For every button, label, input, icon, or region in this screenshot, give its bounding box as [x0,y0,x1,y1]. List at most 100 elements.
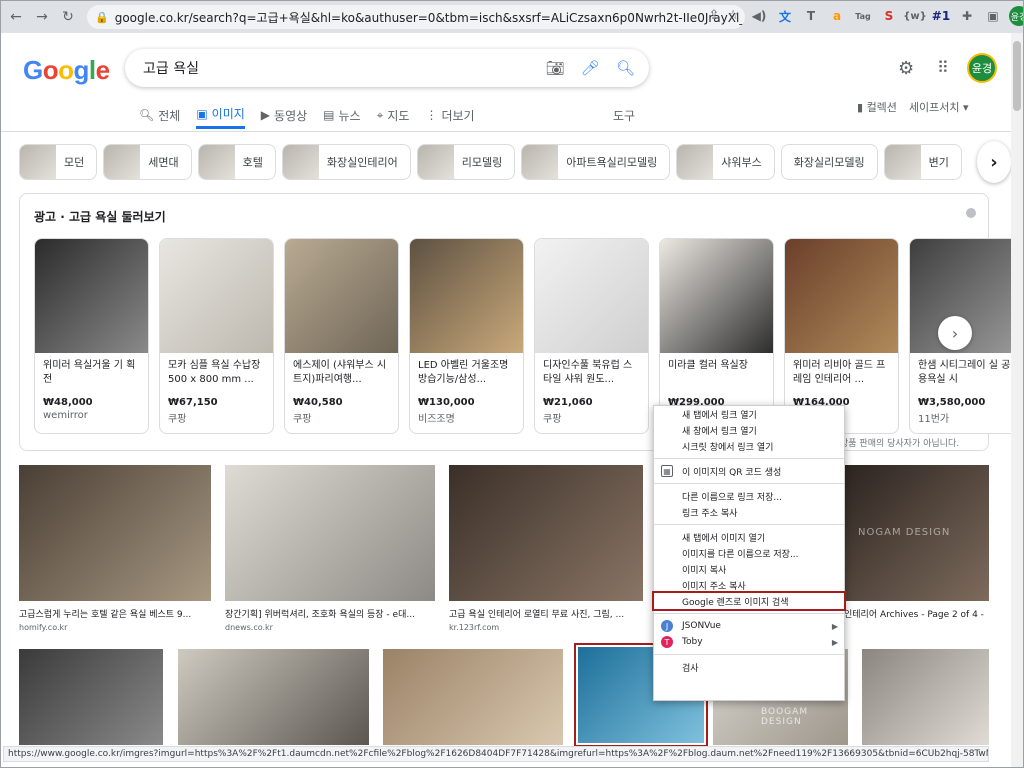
tab-all[interactable]: 🔍︎ 전체 [139,105,180,129]
camera-icon[interactable]: 📷︎ [546,59,565,77]
image-result[interactable] [862,649,989,745]
chip[interactable]: 화장실리모델링 [780,144,878,180]
chip[interactable]: 아파트욕실리모델링 [521,144,671,180]
ad-card-title[interactable]: 위미러 욕실거울 기 획전 [35,353,148,391]
tab-more[interactable]: ⋮ 더보기 [425,105,474,129]
result-image[interactable] [862,649,989,745]
result-image[interactable] [19,465,211,601]
ad-card-image[interactable] [35,239,148,353]
result-image[interactable]: NOGAM DESIGN [844,465,989,601]
menu-item-google-lens[interactable]: Google 렌즈로 이미지 검색 [652,591,846,611]
ad-card-image[interactable] [410,239,523,353]
tab-news[interactable]: ▤ 뉴스 [323,105,360,129]
safesearch-link[interactable]: 세이프서치 ▾ [909,99,969,115]
menu-item[interactable]: T Toby ▶ [654,634,844,650]
reload-icon[interactable]: ↻ [57,6,79,28]
result-caption[interactable]: 고급스럽게 누리는 호텔 같은 욕실 베스트 9... [19,607,211,620]
image-result[interactable] [383,649,563,745]
ad-card-title[interactable]: LED 아벨린 거울조명방습기능/삼성... [410,353,523,391]
image-result[interactable] [178,649,369,745]
amazon-icon[interactable]: a [827,6,847,26]
ad-card-title[interactable]: 에스제이 (샤워부스 시트지)파리여행... [285,353,398,391]
chip[interactable]: 변기 [883,144,962,180]
chip[interactable]: 호텔 [197,144,276,180]
collections-link[interactable]: ▮ 컬렉션 [857,99,897,115]
ad-card-image[interactable] [660,239,773,353]
chip[interactable]: 세면대 [103,144,192,180]
ad-card-image[interactable] [785,239,898,353]
menu-item[interactable]: 새 탭에서 링크 열기 [654,406,844,422]
google-logo[interactable]: Google [23,55,110,86]
result-image[interactable] [383,649,563,745]
red-s-icon[interactable]: S [879,6,899,26]
number-one-icon[interactable]: #1 [931,6,951,26]
chip[interactable]: 샤워부스 [676,144,775,180]
chevron-right-icon[interactable]: › [977,141,1011,183]
search-icon[interactable]: 🔍︎ [616,59,635,77]
menu-item[interactable]: 이미지 주소 복사 [654,577,844,593]
tab-maps[interactable]: ⌖ 지도 [377,105,410,129]
chevron-right-icon[interactable]: › [938,316,972,350]
menu-item[interactable]: 새 창에서 링크 열기 [654,422,844,438]
forward-icon[interactable]: → [31,6,53,28]
profile-avatar[interactable]: 윤경 [1009,6,1023,26]
tab-images[interactable]: ▣ 이미지 [196,105,245,129]
mic-icon[interactable]: 🎤︎ [581,59,600,77]
ad-card[interactable]: 에스제이 (샤워부스 시트지)파리여행... ₩40,580 쿠팡 [284,238,399,434]
ad-card-image[interactable] [160,239,273,353]
result-image[interactable] [178,649,369,745]
tab-videos[interactable]: ▶ 동영상 [261,105,307,129]
chip[interactable]: 화장실인테리어 [281,144,411,180]
image-result[interactable]: 고급 욕실 인테리어 로열티 무료 사진, 그림, ... kr.123rf.c… [449,465,643,632]
address-bar[interactable]: 🔒 google.co.kr/search?q=고급+욕실&hl=ko&auth… [87,5,745,29]
ad-card-title[interactable]: 미라클 컬러 욕실장 [660,353,773,391]
gear-icon[interactable]: ⚙ [898,58,914,79]
ad-card-image[interactable] [535,239,648,353]
text-icon[interactable]: T [801,6,821,26]
chip[interactable]: 모던 [19,144,98,180]
image-result[interactable] [19,649,163,745]
braces-w-icon[interactable]: {w} [903,6,926,26]
menu-item[interactable]: 다른 이름으로 링크 저장... [654,488,844,504]
image-result[interactable]: 장간기획] 위버럭셔리, 조호화 욕실의 등장 - e대... dnews.co… [225,465,435,632]
image-result[interactable]: 고급스럽게 누리는 호텔 같은 욕실 베스트 9... homify.co.kr [19,465,211,632]
chip[interactable]: 리모델링 [416,144,516,180]
ad-card[interactable]: 모카 심플 욕실 수납장 500 x 800 mm ... ₩67,150 쿠팡 [159,238,274,434]
scrollbar-thumb[interactable] [1013,41,1021,111]
translate-icon[interactable]: 文 [775,6,795,26]
tools-button[interactable]: 도구 [613,107,635,124]
info-icon[interactable] [966,208,976,218]
menu-item[interactable]: 이미지를 다른 이름으로 저장... [654,545,844,561]
menu-item[interactable]: ▦ 이 이미지의 QR 코드 생성 [654,463,844,479]
menu-item[interactable]: J JSONVue ▶ [654,618,844,634]
result-image[interactable] [225,465,435,601]
ad-card-title[interactable]: 디자인수풀 북유럽 스타일 샤워 원도... [535,353,648,391]
result-caption[interactable]: 장간기획] 위버럭셔리, 조호화 욕실의 등장 - e대... [225,607,435,620]
puzzle-icon[interactable]: ✚ [957,6,977,26]
ad-card-title[interactable]: 위미러 리비아 골드 프레임 인테리어 ... [785,353,898,391]
search-input[interactable]: 고급 욕실 📷︎ 🎤︎ 🔍︎ [125,49,649,87]
speaker-icon[interactable]: ◀) [749,6,769,26]
result-image[interactable] [449,465,643,601]
menu-item[interactable]: 새 탭에서 이미지 열기 [654,529,844,545]
image-result[interactable]: NOGAM DESIGN 인테리어 Archives - Page 2 of 4… [844,465,989,620]
back-icon[interactable]: ← [5,6,27,28]
result-image[interactable] [19,649,163,745]
menu-item[interactable]: 검사 [654,659,844,675]
avatar[interactable]: 윤경 [967,53,997,83]
ad-card-title[interactable]: 한샘 시티그레이 실 공용욕실 시 [910,353,1023,391]
ad-card[interactable]: 디자인수풀 북유럽 스타일 샤워 원도... ₩21,060 쿠팡 [534,238,649,434]
share-icon[interactable]: ⇪ [708,8,719,23]
menu-item[interactable]: 시크릿 창에서 링크 열기 [654,438,844,454]
result-caption[interactable]: 인테리어 Archives - Page 2 of 4 - [844,607,989,620]
ad-card[interactable]: LED 아벨린 거울조명방습기능/삼성... ₩130,000 비즈조명 [409,238,524,434]
bookmark-star-icon[interactable]: ☆ [727,8,739,23]
apps-grid-icon[interactable]: ⠿ [937,58,949,77]
menu-item[interactable]: 이미지 복사 [654,561,844,577]
menu-item[interactable]: 링크 주소 복사 [654,504,844,520]
ad-card-title[interactable]: 모카 심플 욕실 수납장 500 x 800 mm ... [160,353,273,391]
tag-icon[interactable]: Tag [853,6,873,26]
ad-card[interactable]: 위미러 욕실거울 기 획전 ₩48,000 wemirror [34,238,149,434]
scrollbar-track[interactable] [1011,33,1023,767]
ad-card-image[interactable] [285,239,398,353]
